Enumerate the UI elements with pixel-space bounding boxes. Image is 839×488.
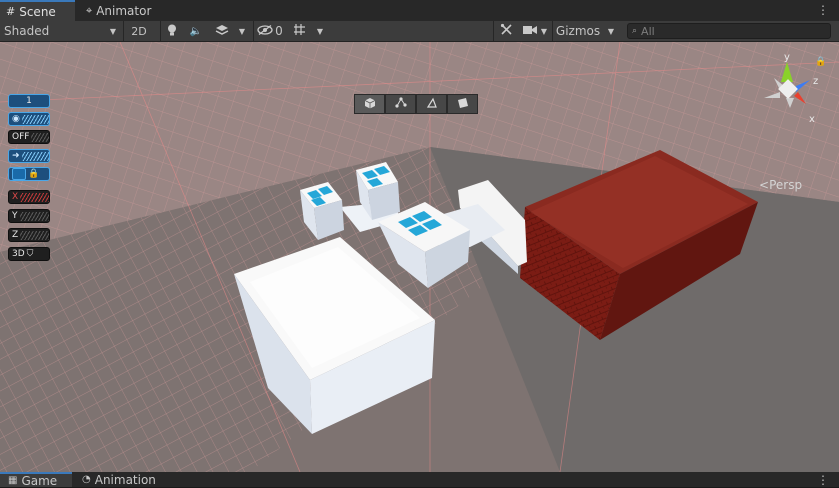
cube-icon	[364, 97, 376, 112]
off-grid-icon	[31, 132, 49, 142]
tab-scene[interactable]: # Scene	[0, 0, 75, 21]
audio-toggle[interactable]: 🔈	[185, 21, 207, 41]
axis-y-grid-icon	[19, 211, 49, 221]
effects-dropdown[interactable]: ▼	[235, 21, 249, 41]
bottom-more-options-icon[interactable]: ⋮	[817, 473, 829, 487]
cube-tool[interactable]	[354, 94, 385, 114]
orientation-gizmo[interactable]: y z x 🔒	[754, 52, 824, 132]
animation-icon: ◔	[82, 474, 91, 485]
animator-icon: ⌖	[86, 3, 93, 17]
more-options-icon[interactable]: ⋮	[817, 3, 829, 17]
lighting-toggle[interactable]	[160, 21, 183, 41]
vertex-icon	[394, 96, 407, 112]
arrow-right-icon: ➜	[12, 151, 20, 161]
hidden-count: 0	[275, 24, 283, 38]
tab-animator[interactable]: ⌖ Animator	[86, 0, 151, 21]
gizmo-lock-icon[interactable]: 🔒	[815, 56, 824, 67]
tab-game[interactable]: ▦ Game	[0, 472, 72, 488]
axis-y-label: Y	[12, 211, 18, 221]
view-3d-label: 3D	[12, 249, 25, 259]
scene-search-input[interactable]: ⌕ All	[627, 23, 831, 39]
layer-count-button[interactable]: 1	[8, 94, 50, 108]
axis-z-toggle[interactable]: Z	[8, 228, 50, 242]
speaker-icon: 🔈	[189, 25, 203, 37]
grid-icon	[293, 23, 306, 39]
lock-toggle[interactable]: 🔒	[8, 167, 50, 181]
game-icon: ▦	[8, 475, 18, 486]
gizmos-dropdown[interactable]: ▼	[603, 21, 619, 41]
shading-mode-value: Shaded	[4, 24, 50, 38]
tools-toggle[interactable]	[493, 21, 518, 41]
axis-z-label: Z	[12, 230, 19, 240]
edge-icon	[426, 97, 438, 112]
edge-tool[interactable]	[416, 94, 447, 114]
chevron-down-icon: ▼	[109, 26, 116, 36]
tools-crossed-icon	[500, 23, 513, 39]
toggle-2d-button[interactable]: 2D	[123, 21, 154, 41]
visibility-grid-icon	[21, 114, 49, 124]
grid-toggle[interactable]	[288, 21, 310, 41]
move-toggle[interactable]: ➜	[8, 149, 50, 163]
move-grid-icon	[21, 151, 49, 161]
eye-icon: ◉	[12, 114, 20, 124]
tab-bar: # Scene ⌖ Animator ⋮	[0, 0, 839, 21]
search-placeholder: All	[641, 24, 655, 38]
axis-z-grid-icon	[20, 230, 49, 240]
projection-toggle[interactable]: <Persp	[759, 178, 802, 192]
tab-game-label: Game	[21, 473, 58, 488]
tab-scene-label: Scene	[19, 4, 56, 19]
tab-animation[interactable]: ◔ Animation	[82, 472, 156, 487]
face-tool[interactable]	[447, 94, 478, 114]
axis-x-toggle[interactable]: X	[8, 190, 50, 204]
chevron-down-icon: ▼	[238, 26, 246, 36]
gizmos-label: Gizmos	[555, 24, 601, 38]
grid-dropdown[interactable]: ▼	[312, 21, 328, 41]
vertex-tool[interactable]	[385, 94, 416, 114]
persp-chevron-icon: <	[759, 178, 770, 192]
off-toggle[interactable]: OFF	[8, 130, 50, 144]
off-label: OFF	[12, 132, 30, 142]
chevron-down-icon: ▼	[316, 26, 324, 36]
axis-x-label: X	[12, 192, 19, 202]
layer-count-label: 1	[26, 96, 32, 106]
lightbulb-icon	[167, 24, 177, 39]
chevron-down-icon: ▼	[540, 26, 548, 36]
projection-label: Persp	[769, 178, 803, 192]
scene-viewport[interactable]: 1 ◉ OFF ➜ 🔒 X Y Z 3D ⛉ y z x 🔒 <Persp	[0, 42, 839, 472]
toggle-2d-label: 2D	[131, 24, 147, 38]
chevron-down-icon: ▼	[607, 26, 615, 36]
transform-tools	[354, 94, 480, 116]
shading-mode-dropdown[interactable]: Shaded ▼	[0, 21, 122, 41]
face-icon	[457, 97, 469, 112]
tab-animator-label: Animator	[96, 3, 152, 18]
effects-layers-icon	[215, 24, 229, 39]
tab-animation-label: Animation	[94, 472, 156, 487]
hash-grid-icon: #	[6, 5, 16, 18]
camera-icon	[522, 24, 537, 38]
lock-icon: 🔒	[28, 169, 40, 179]
axis-y-toggle[interactable]: Y	[8, 209, 50, 223]
effects-toggle[interactable]	[210, 21, 234, 41]
shield-icon: ⛉	[26, 249, 34, 259]
lock-swatch-icon	[12, 168, 26, 180]
gizmos-button[interactable]: Gizmos	[552, 21, 603, 41]
gizmo-axis-x-label: x	[809, 114, 815, 125]
search-icon: ⌕	[632, 26, 638, 36]
scene-visibility-toggle[interactable]: 0	[253, 21, 286, 41]
scene-toolbar: Shaded ▼ 2D 🔈 ▼ 0 ▼ ▼ Gizmos ▼ ⌕ All	[0, 21, 839, 42]
axis-x-grid-icon	[20, 192, 49, 202]
bottom-tab-bar: ▦ Game ◔ Animation ⋮	[0, 472, 839, 488]
visibility-toggle[interactable]: ◉	[8, 112, 50, 126]
gizmo-axis-y-label: y	[784, 52, 790, 63]
eye-slash-icon	[257, 24, 273, 38]
view-3d-toggle[interactable]: 3D ⛉	[8, 247, 50, 261]
gizmo-axis-z-label: z	[813, 76, 818, 87]
camera-dropdown[interactable]: ▼	[519, 21, 551, 41]
